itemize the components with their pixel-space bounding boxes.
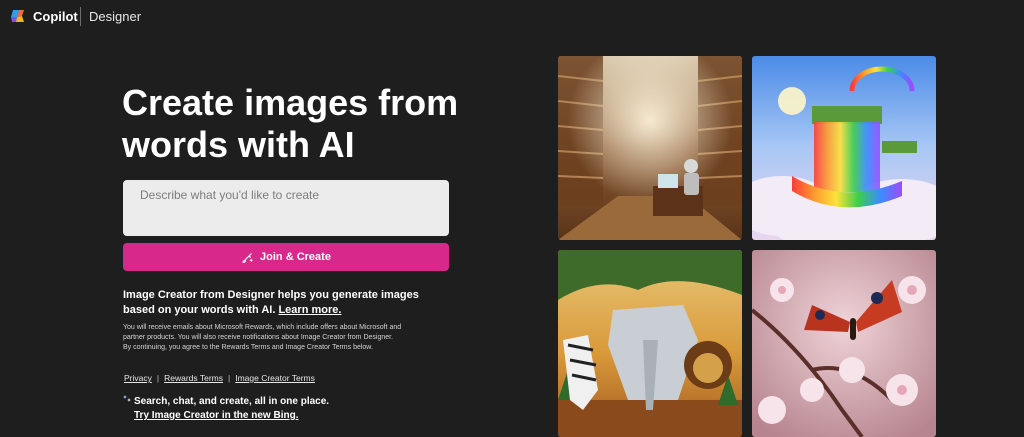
rewards-terms-link[interactable]: Rewards Terms xyxy=(164,373,223,383)
sparkle-brush-icon xyxy=(242,252,254,263)
papercraft-animals-image[interactable] xyxy=(558,250,742,437)
robot-library-image[interactable] xyxy=(558,56,742,240)
image-creator-terms-link[interactable]: Image Creator Terms xyxy=(235,373,315,383)
link-separator: | xyxy=(227,373,231,383)
butterfly-blossom-image[interactable] xyxy=(752,250,936,437)
privacy-link[interactable]: Privacy xyxy=(124,373,152,383)
sparkle-icon xyxy=(123,395,131,402)
brand-name[interactable]: Copilot xyxy=(33,9,78,24)
product-name[interactable]: Designer xyxy=(89,9,141,24)
page-title: Create images from words with AI xyxy=(122,82,459,165)
join-create-button[interactable]: Join & Create xyxy=(123,243,449,271)
promo-text: Search, chat, and create, all in one pla… xyxy=(134,396,330,407)
header-divider xyxy=(80,7,81,26)
learn-more-link[interactable]: Learn more. xyxy=(278,304,341,316)
link-separator: | xyxy=(156,373,160,383)
prompt-input[interactable] xyxy=(123,180,449,236)
copilot-logo-icon[interactable] xyxy=(10,8,26,24)
rainbow-waterfall-image[interactable] xyxy=(752,56,936,240)
try-bing-link[interactable]: Try Image Creator in the new Bing. xyxy=(134,410,298,421)
footer-links: Privacy | Rewards Terms | Image Creator … xyxy=(124,373,315,383)
info-body: Image Creator from Designer helps you ge… xyxy=(123,289,419,316)
info-text: Image Creator from Designer helps you ge… xyxy=(123,288,453,318)
fine-print: You will receive emails about Microsoft … xyxy=(123,324,402,351)
top-bar: Copilot Designer xyxy=(0,0,1024,34)
join-create-label: Join & Create xyxy=(260,251,331,263)
